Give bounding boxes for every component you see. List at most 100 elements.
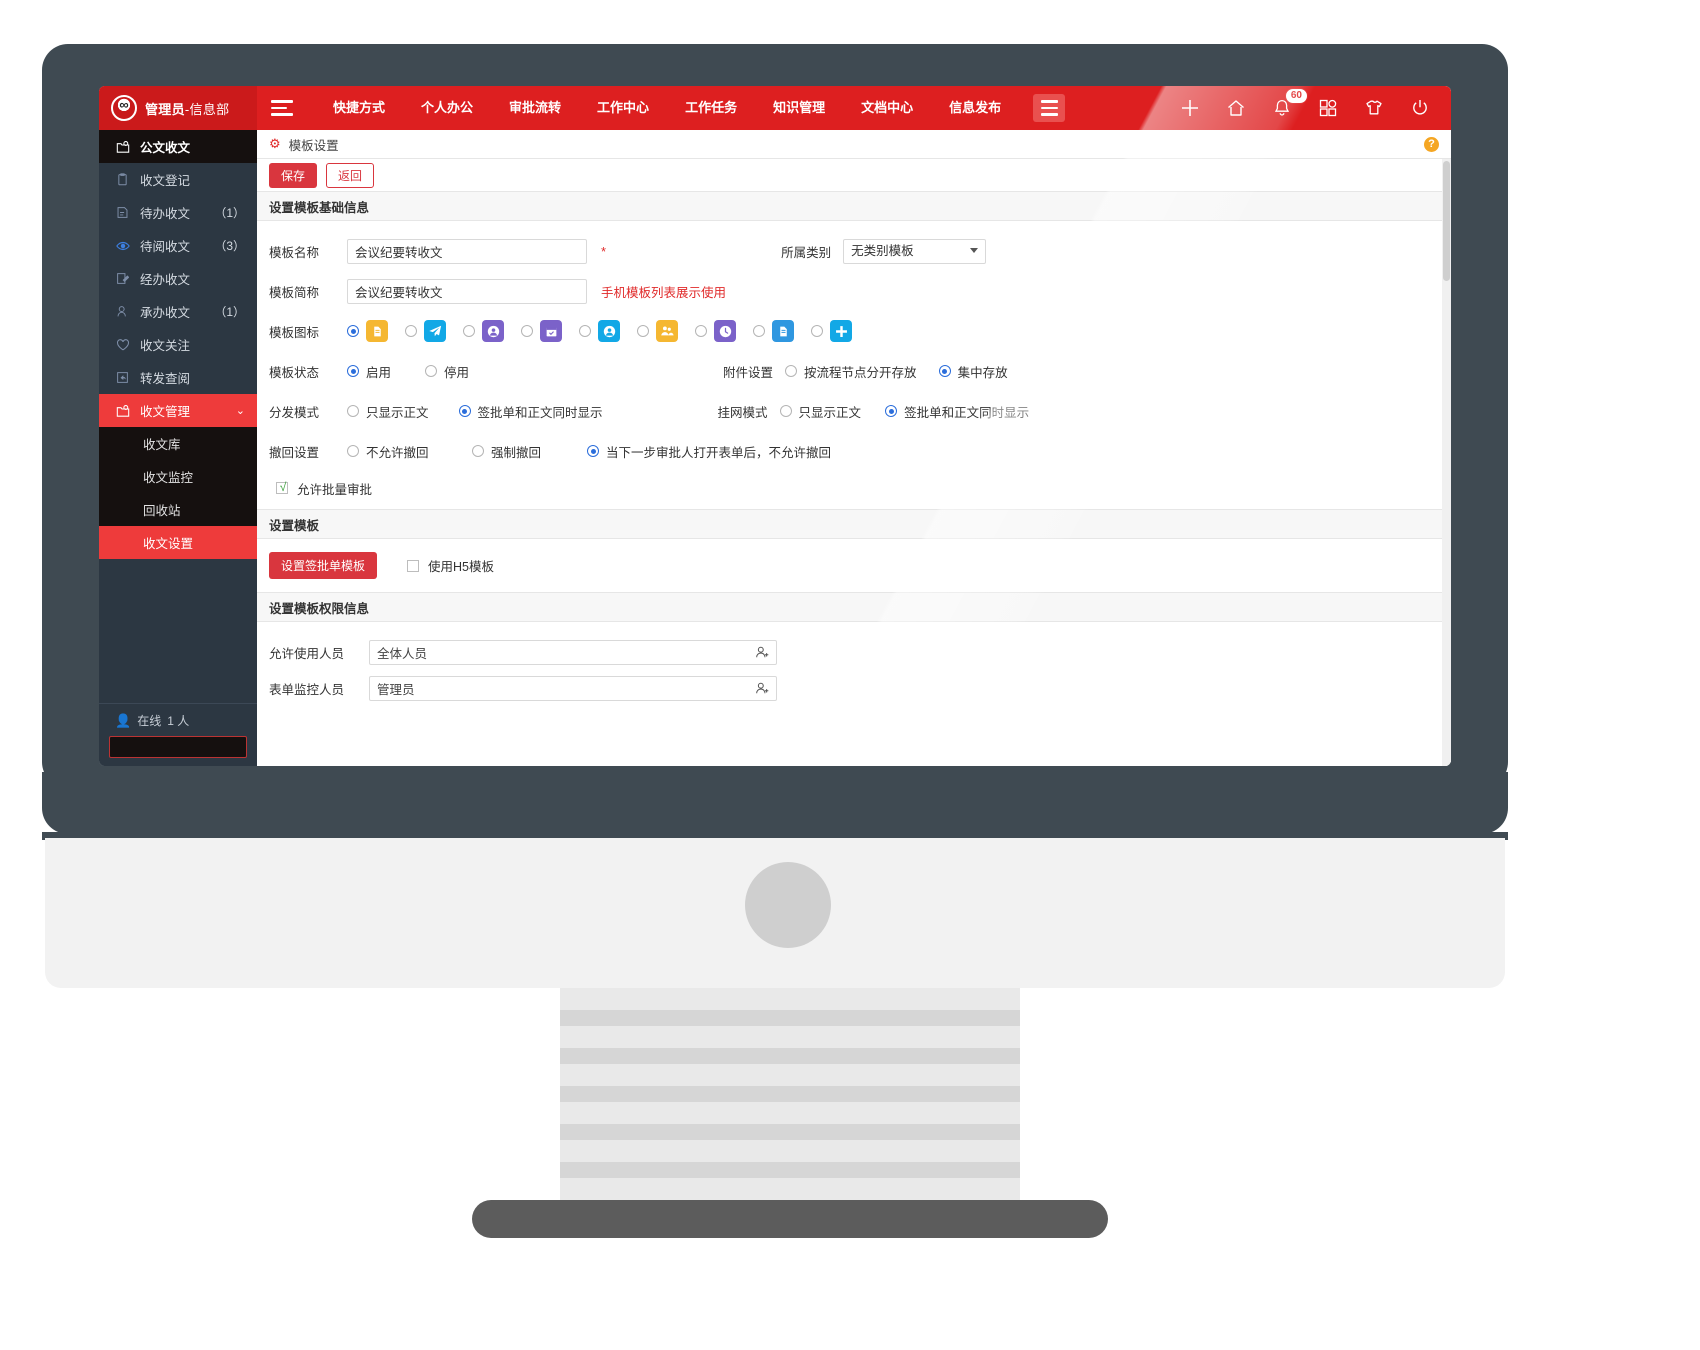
attach-option-1[interactable]: 集中存放 (938, 362, 1008, 381)
icon-radio-5[interactable] (637, 325, 649, 337)
apps-grid-icon[interactable] (1315, 95, 1341, 121)
icon-radio-1[interactable] (405, 325, 417, 337)
status-option-0[interactable]: 启用 (347, 362, 391, 381)
web-option-0[interactable]: 只显示正文 (779, 402, 861, 421)
distribute-option-1[interactable]: 签批单和正文同时显示 (458, 402, 603, 421)
sidebar-item-zhuanfachayue[interactable]: 转发查阅 (99, 361, 257, 394)
icon-radio-4[interactable] (579, 325, 591, 337)
sidebar-item-chengbanshouwen[interactable]: 承办收文 （1） (99, 295, 257, 328)
sidebar-subitem-huishouzhan[interactable]: 回收站 (99, 493, 257, 526)
help-icon[interactable]: ? (1424, 136, 1439, 152)
sidebar-item-shouwenguanzhu[interactable]: 收文关注 (99, 328, 257, 361)
sidebar-item-count: （1） (214, 206, 245, 220)
revoke-radio-0[interactable] (347, 445, 359, 457)
h5-template-option[interactable]: 使用H5模板 (407, 556, 494, 575)
icon-radio-3[interactable] (521, 325, 533, 337)
icon-choice-8[interactable] (811, 320, 852, 342)
revoke-radio-1[interactable] (472, 445, 484, 457)
distribute-radio-1[interactable] (458, 405, 471, 417)
sidebar-subitem-shouwenku[interactable]: 收文库 (99, 427, 257, 460)
web-radio-1[interactable] (885, 405, 898, 417)
bell-icon[interactable]: 60 (1269, 88, 1308, 121)
icon-choice-3[interactable] (521, 320, 562, 342)
icon-radio-0[interactable] (347, 325, 359, 337)
set-form-template-button[interactable]: 设置签批单模板 (269, 552, 378, 579)
sidebar-subitem-label: 收文设置 (143, 537, 194, 551)
add-person-icon[interactable] (755, 645, 770, 663)
calendar-check-purple-icon[interactable] (540, 320, 562, 342)
distribute-radio-0[interactable] (347, 405, 359, 417)
nav-item-7[interactable]: 信息发布 (931, 86, 1019, 130)
icon-radio-8[interactable] (811, 325, 823, 337)
nav-item-2[interactable]: 审批流转 (491, 86, 579, 130)
tshirt-icon[interactable] (1361, 95, 1387, 121)
revoke-radio-2[interactable] (587, 445, 599, 457)
user-purple-icon[interactable] (482, 320, 504, 342)
status-radio-1[interactable] (425, 365, 438, 377)
user-blue-icon[interactable] (598, 320, 620, 342)
sidebar-item-shouwenguanli[interactable]: 收文管理 ⌄ (99, 394, 257, 427)
attach-option-0[interactable]: 按流程节点分开存放 (785, 362, 917, 381)
nav-item-3[interactable]: 工作中心 (579, 86, 667, 130)
plus-icon[interactable] (1177, 95, 1203, 121)
revoke-option-0[interactable]: 不允许撤回 (347, 442, 472, 461)
revoke-option-2[interactable]: 当下一步审批人打开表单后，不允许撤回 (587, 442, 831, 461)
add-person-icon[interactable] (755, 681, 770, 699)
batch-approve-checkbox[interactable] (276, 479, 289, 495)
distribute-option-0[interactable]: 只显示正文 (347, 402, 429, 421)
group-yellow-icon[interactable] (656, 320, 678, 342)
back-button[interactable]: 返回 (326, 162, 375, 188)
monitor-users-field[interactable]: 管理员 (369, 675, 777, 701)
icon-radio-6[interactable] (695, 325, 707, 337)
nav-item-6[interactable]: 文档中心 (843, 86, 931, 130)
nav-item-0[interactable]: 快捷方式 (315, 86, 403, 130)
icon-choice-2[interactable] (463, 320, 504, 342)
status-radio-0[interactable] (347, 365, 359, 377)
power-icon[interactable] (1407, 95, 1433, 121)
nav-item-4[interactable]: 工作任务 (667, 86, 755, 130)
vertical-scrollbar[interactable] (1442, 159, 1451, 766)
home-icon[interactable] (1223, 95, 1249, 121)
status-option-1[interactable]: 停用 (425, 362, 469, 381)
revoke-option-1[interactable]: 强制撤回 (472, 442, 587, 461)
sidebar-item-daibanshouwen[interactable]: 待办收文 （1） (99, 196, 257, 229)
hamburger-icon[interactable] (271, 95, 301, 121)
nav-item-5[interactable]: 知识管理 (755, 86, 843, 130)
plane-blue-icon[interactable] (424, 320, 446, 342)
web-radio-0[interactable] (779, 405, 792, 417)
batch-approve-option[interactable]: 允许批量审批 (276, 479, 372, 498)
row-batch-approve: 允许批量审批 (269, 471, 1439, 505)
sidebar-subitem-shouwenshezhi[interactable]: 收文设置 (99, 526, 257, 559)
app-logo-icon (111, 95, 137, 121)
h5-template-checkbox[interactable] (407, 559, 420, 572)
allow-users-field[interactable]: 全体人员 (369, 639, 777, 665)
file-blue-icon[interactable] (772, 320, 794, 342)
attach-radio-1[interactable] (938, 365, 951, 377)
sidebar-item-daiyueshouwen[interactable]: 待阅收文 （3） (99, 229, 257, 262)
sidebar-item-shouwendengji[interactable]: 收文登记 (99, 163, 257, 196)
icon-choice-7[interactable] (753, 320, 794, 342)
icon-choice-4[interactable] (579, 320, 620, 342)
save-button[interactable]: 保存 (269, 162, 318, 188)
web-option-1[interactable]: 签批单和正文同时显示 (885, 402, 1029, 421)
sidebar-search[interactable]: 🔍 (109, 736, 273, 758)
icon-radio-7[interactable] (753, 325, 765, 337)
sidebar-subitem-shouwenjiankong[interactable]: 收文监控 (99, 460, 257, 493)
icon-choice-5[interactable] (637, 320, 678, 342)
template-short-input[interactable] (347, 278, 587, 304)
more-menu-icon[interactable] (1033, 94, 1066, 122)
category-select[interactable]: 无类别模板 (843, 238, 987, 264)
plus-blue-icon[interactable] (830, 320, 852, 342)
nav-item-1[interactable]: 个人办公 (403, 86, 491, 130)
icon-choice-6[interactable] (695, 320, 736, 342)
icon-choice-0[interactable] (347, 320, 388, 342)
clock-purple-icon[interactable] (714, 320, 736, 342)
template-name-input[interactable] (347, 238, 587, 264)
icon-radio-2[interactable] (463, 325, 475, 337)
scrollbar-thumb[interactable] (1443, 161, 1450, 281)
attach-radio-0[interactable] (785, 365, 798, 377)
doc-yellow-icon[interactable] (366, 320, 388, 342)
sidebar-item-jingbanshouwen[interactable]: 经办收文 (99, 262, 257, 295)
search-input[interactable] (116, 741, 258, 753)
icon-choice-1[interactable] (405, 320, 446, 342)
